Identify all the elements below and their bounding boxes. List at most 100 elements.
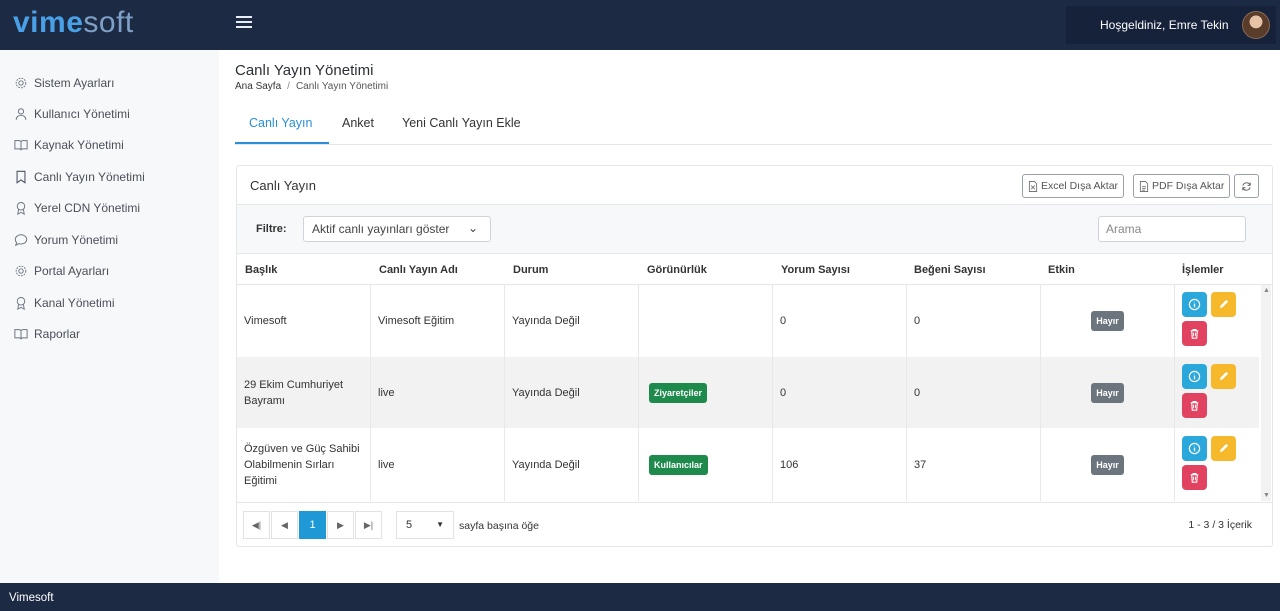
cell-visibility	[639, 285, 773, 357]
edit-button[interactable]	[1211, 436, 1236, 461]
sidebar-item-label: Sistem Ayarları	[34, 76, 115, 90]
table-row: Vimesoft Vimesoft Eğitim Yayında Değil 0…	[237, 285, 1259, 357]
sidebar-item-kanal-yonetimi[interactable]: Kanal Yönetimi	[14, 293, 115, 313]
prev-page-icon: ◀	[281, 519, 288, 530]
filter-select-value: Aktif canlı yayınları göster	[312, 222, 450, 236]
info-button[interactable]	[1182, 292, 1207, 317]
trash-icon	[1190, 328, 1199, 339]
column-header-gorunurluk[interactable]: Görünürlük	[647, 264, 707, 276]
table-scrollbar[interactable]: ▲ ▼	[1261, 285, 1271, 501]
pencil-icon	[1219, 299, 1229, 309]
page-number-button[interactable]: 1	[299, 511, 326, 539]
pencil-icon	[1219, 443, 1229, 453]
excel-export-button[interactable]: Excel Dışa Aktar	[1022, 174, 1125, 198]
sidebar-item-kullanici-yonetimi[interactable]: Kullanıcı Yönetimi	[14, 104, 130, 124]
cell-likes: 0	[907, 285, 1041, 357]
caret-down-icon: ▼	[436, 520, 444, 529]
pdf-export-button[interactable]: PDF Dışa Aktar	[1133, 174, 1231, 198]
cell-actions	[1175, 285, 1259, 357]
cell-title: Özgüven ve Güç Sahibi Olabilmenin Sırlar…	[237, 429, 371, 501]
cell-status: Yayında Değil	[505, 285, 639, 357]
cell-actions	[1175, 357, 1259, 429]
tab-yeni-canli-yayin-ekle[interactable]: Yeni Canlı Yayın Ekle	[388, 108, 535, 144]
logo[interactable]: vimesoft	[13, 6, 134, 40]
pagination-info: 1 - 3 / 3 İçerik	[1188, 519, 1252, 531]
status-badge: Hayır	[1091, 455, 1124, 475]
delete-button[interactable]	[1182, 465, 1207, 490]
next-page-button[interactable]: ▶	[327, 511, 354, 539]
bookmark-icon	[16, 170, 26, 184]
sidebar-item-kaynak-yonetimi[interactable]: Kaynak Yönetimi	[14, 135, 124, 155]
table-row: Özgüven ve Güç Sahibi Olabilmenin Sırlar…	[237, 429, 1259, 501]
sidebar-item-label: Kanal Yönetimi	[34, 296, 115, 310]
last-page-button[interactable]: ▶|	[355, 511, 382, 539]
cell-status: Yayında Değil	[505, 429, 639, 501]
scroll-down-icon[interactable]: ▼	[1263, 492, 1270, 499]
sidebar-item-label: Portal Ayarları	[34, 264, 110, 278]
cell-title: Vimesoft	[237, 285, 371, 357]
sidebar-item-yerel-cdn-yonetimi[interactable]: Yerel CDN Yönetimi	[14, 198, 140, 218]
award-icon	[16, 297, 26, 310]
first-page-icon: ◀​|	[251, 519, 262, 530]
edit-button[interactable]	[1211, 292, 1236, 317]
cell-visibility: Kullanıcılar	[639, 429, 773, 501]
info-icon	[1188, 298, 1201, 311]
first-page-button[interactable]: ◀​|	[243, 511, 270, 539]
breadcrumb-home[interactable]: Ana Sayfa	[235, 81, 281, 92]
award-icon	[16, 202, 26, 215]
column-header-begeni-sayisi[interactable]: Beğeni Sayısı	[914, 264, 986, 276]
info-button[interactable]	[1182, 364, 1207, 389]
sidebar-item-sistem-ayarlari[interactable]: Sistem Ayarları	[14, 73, 114, 93]
info-button[interactable]	[1182, 436, 1207, 461]
tab-anket[interactable]: Anket	[328, 108, 388, 144]
sidebar-item-label: Raporlar	[34, 327, 81, 341]
filter-select[interactable]: Aktif canlı yayınları göster ⌄	[303, 216, 491, 242]
column-header-baslik[interactable]: Başlık	[245, 264, 277, 276]
breadcrumb-separator: /	[287, 81, 290, 92]
prev-page-button[interactable]: ◀	[271, 511, 298, 539]
page-size-value: 5	[406, 519, 413, 531]
pdf-export-label: PDF Dışa Aktar	[1152, 180, 1225, 192]
next-page-icon: ▶	[337, 519, 344, 530]
refresh-icon	[1242, 181, 1251, 191]
pencil-icon	[1219, 371, 1229, 381]
cell-title: 29 Ekim Cumhuriyet Bayramı	[237, 357, 371, 429]
user-menu[interactable]: Hoşgeldiniz, Emre Tekin	[1066, 6, 1276, 44]
top-bar: vimesoft Hoşgeldiniz, Emre Tekin	[0, 0, 1280, 50]
page-size-label: sayfa başına öğe	[459, 520, 539, 532]
cell-name: live	[371, 429, 505, 501]
sidebar-item-yorum-yonetimi[interactable]: Yorum Yönetimi	[14, 230, 118, 250]
page-size-select[interactable]: 5 ▼	[396, 511, 454, 539]
cell-active: Hayır	[1041, 429, 1175, 501]
visibility-badge: Kullanıcılar	[649, 455, 708, 475]
sidebar-item-label: Yorum Yönetimi	[34, 233, 119, 247]
menu-toggle-icon[interactable]	[236, 16, 252, 30]
sidebar-item-raporlar[interactable]: Raporlar	[14, 324, 80, 344]
delete-button[interactable]	[1182, 393, 1207, 418]
tab-bar: Canlı Yayın Anket Yeni Canlı Yayın Ekle	[235, 108, 1272, 145]
sidebar-item-portal-ayarlari[interactable]: Portal Ayarları	[14, 261, 109, 281]
gear-icon	[15, 77, 27, 89]
edit-button[interactable]	[1211, 364, 1236, 389]
column-header-yorum-sayisi[interactable]: Yorum Sayısı	[781, 264, 850, 276]
sidebar-item-canli-yayin-yonetimi[interactable]: Canlı Yayın Yönetimi	[14, 167, 145, 187]
column-header-canli-yayin-adi[interactable]: Canlı Yayın Adı	[379, 264, 458, 276]
status-badge: Hayır	[1091, 311, 1124, 331]
logo-light: soft	[83, 6, 134, 39]
delete-button[interactable]	[1182, 321, 1207, 346]
column-header-islemler: İşlemler	[1182, 264, 1224, 276]
status-badge: Hayır	[1091, 383, 1124, 403]
cell-likes: 0	[907, 357, 1041, 429]
column-header-etkin[interactable]: Etkin	[1048, 264, 1075, 276]
cell-comments: 0	[773, 285, 907, 357]
footer: Vimesoft	[0, 583, 1280, 611]
scroll-up-icon[interactable]: ▲	[1263, 287, 1270, 294]
refresh-button[interactable]	[1234, 174, 1259, 198]
cell-active: Hayır	[1041, 357, 1175, 429]
column-header-durum[interactable]: Durum	[513, 264, 548, 276]
search-input[interactable]	[1098, 216, 1246, 242]
tab-canli-yayin[interactable]: Canlı Yayın	[235, 108, 329, 144]
sidebar: Sistem Ayarları Kullanıcı Yönetimi Kayna…	[0, 50, 219, 583]
avatar[interactable]	[1242, 11, 1270, 39]
card-title: Canlı Yayın	[250, 178, 317, 193]
